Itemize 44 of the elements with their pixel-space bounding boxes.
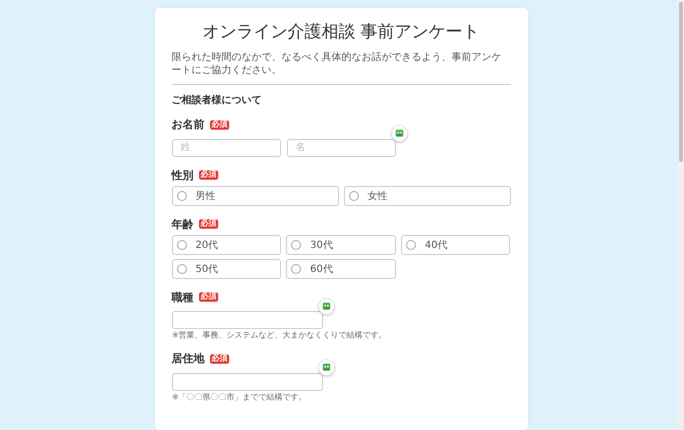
input-field[interactable] (172, 311, 322, 329)
field-label: 年齢 (172, 216, 194, 232)
radio-option[interactable]: 50代 (172, 258, 282, 278)
option-label: 女性 (368, 190, 388, 202)
required-badge: 必須 (210, 120, 229, 130)
radio-option[interactable]: 20代 (172, 234, 282, 254)
section-heading: ご相談者様について (172, 94, 262, 107)
radio-circle-icon[interactable] (176, 190, 186, 200)
field-label: 職種 (172, 290, 194, 304)
radio-circle-icon[interactable] (176, 264, 186, 274)
radio-circle-icon[interactable] (291, 240, 302, 250)
option-label: 40代 (424, 238, 448, 252)
required-badge: 必須 (198, 292, 218, 302)
scrollbar-thumb[interactable] (679, 2, 683, 162)
autofill-icon[interactable] (318, 359, 334, 376)
autofill-icon[interactable] (318, 298, 334, 314)
form-title: オンライン介護相談 事前アンケート (201, 21, 481, 43)
option-label: 男性 (196, 190, 216, 202)
field-label: 性別 (172, 168, 194, 182)
required-badge: 必須 (198, 219, 218, 229)
radio-circle-icon[interactable] (348, 190, 358, 200)
option-label: 30代 (310, 238, 333, 252)
radio-option[interactable]: 30代 (286, 234, 396, 254)
required-badge: 必須 (210, 354, 229, 364)
radio-circle-icon[interactable] (176, 240, 186, 250)
radio-circle-icon[interactable] (291, 264, 302, 274)
radio-option[interactable]: 60代 (286, 258, 396, 278)
intro-text: 限られた時間のなかで、なるべく具体的なお話ができるよう、事前アンケートにご協力ください。 (172, 51, 502, 77)
radio-option[interactable]: 40代 (400, 234, 510, 254)
field-label: お名前 (172, 117, 204, 132)
input-field[interactable]: 名 (286, 138, 396, 156)
radio-option[interactable]: 男性 (172, 186, 338, 206)
radio-circle-icon[interactable] (406, 240, 416, 250)
option-label: 50代 (196, 262, 218, 276)
radio-option[interactable]: 女性 (344, 186, 510, 206)
option-label: 20代 (196, 238, 218, 252)
input-field[interactable]: 姓 (172, 138, 280, 156)
input-field[interactable] (172, 372, 322, 390)
field-label: 居住地 (172, 351, 204, 366)
option-label: 60代 (310, 262, 333, 276)
hint-text: ※営業、事務、システムなど、大まかなくくりで結構です。 (172, 331, 388, 340)
required-badge: 必須 (198, 170, 218, 180)
hint-text: ※「〇〇県〇〇市」までで結構です。 (172, 392, 308, 402)
autofill-icon[interactable] (390, 125, 408, 142)
